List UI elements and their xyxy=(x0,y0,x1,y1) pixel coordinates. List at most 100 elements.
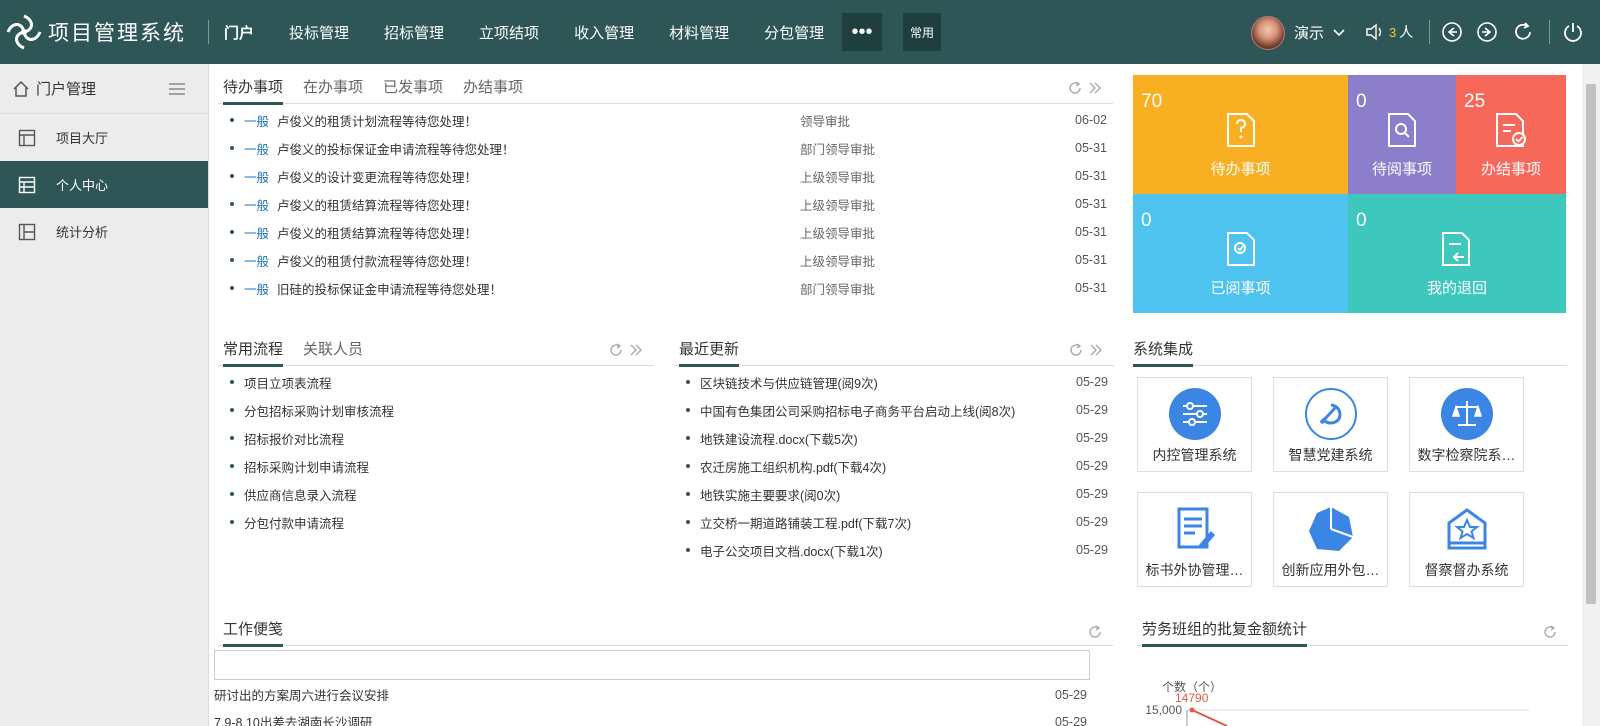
todo-title[interactable]: 卢俊义的投标保证金申请流程等待您处理！ xyxy=(277,139,515,158)
tab-recent-updates[interactable]: 最近更新 xyxy=(679,338,740,367)
system-card-party-building[interactable]: 智慧党建系统 xyxy=(1273,377,1388,472)
todo-row[interactable]: 一般 卢俊义的投标保证金申请流程等待您处理！ 部门领导审批 05-31 xyxy=(218,134,1113,162)
more-chevrons-icon[interactable] xyxy=(1088,342,1104,358)
refresh-icon[interactable] xyxy=(1512,21,1534,43)
nav-item-portal[interactable]: 门户 xyxy=(224,22,254,43)
todo-row[interactable]: 一般 旧硅的投标保证金申请流程等待您处理！ 部门领导审批 05-31 xyxy=(218,274,1113,302)
system-card-innovation-outsourcing[interactable]: 创新应用外包… xyxy=(1273,492,1388,587)
flow-title[interactable]: 招标采购计划申请流程 xyxy=(244,457,369,476)
scrollbar-thumb[interactable] xyxy=(1586,84,1596,604)
update-row[interactable]: 电子公交项目文档.docx(下载1次) 05-29 xyxy=(674,536,1114,564)
tab-done[interactable]: 办结事项 xyxy=(463,76,523,103)
todo-level: 一般 xyxy=(244,226,270,241)
note-row[interactable]: 7.9-8.10出差去湖南长沙调研 05-29 xyxy=(214,708,1113,726)
tile-label: 办结事项 xyxy=(1480,161,1541,178)
refresh-icon[interactable] xyxy=(1068,342,1084,358)
nav-common-button[interactable]: 常用 xyxy=(903,13,941,51)
tab-in-progress[interactable]: 在办事项 xyxy=(303,76,363,103)
update-title[interactable]: 电子公交项目文档.docx(下载1次) xyxy=(700,541,883,560)
tab-common-flows[interactable]: 常用流程 xyxy=(223,338,284,367)
nav-item-project-setup[interactable]: 立项结项 xyxy=(479,22,539,43)
tab-todo[interactable]: 待办事项 xyxy=(223,76,284,105)
tab-systems[interactable]: 系统集成 xyxy=(1133,338,1194,367)
system-card-supervision[interactable]: 督察督办系统 xyxy=(1409,492,1524,587)
refresh-icon[interactable] xyxy=(1067,80,1083,96)
update-title[interactable]: 地铁建设流程.docx(下载5次) xyxy=(700,429,858,448)
update-row[interactable]: 地铁建设流程.docx(下载5次) 05-29 xyxy=(674,424,1114,452)
todo-title[interactable]: 卢俊义的租赁计划流程等待您处理！ xyxy=(277,111,477,130)
avatar[interactable] xyxy=(1251,16,1285,50)
more-chevrons-icon[interactable] xyxy=(628,342,644,358)
update-row[interactable]: 农迁房施工组织机构.pdf(下载4次) 05-29 xyxy=(674,452,1114,480)
note-input[interactable] xyxy=(214,650,1090,680)
todo-row[interactable]: 一般 卢俊义的设计变更流程等待您处理！ 上级领导审批 05-31 xyxy=(218,162,1113,190)
nav-item-tendering[interactable]: 招标管理 xyxy=(384,22,444,43)
tab-labor-stats[interactable]: 劳务班组的批复金额统计 xyxy=(1142,618,1308,647)
power-icon[interactable] xyxy=(1562,21,1584,43)
sidebar-item-statistics[interactable]: 统计分析 xyxy=(0,208,208,255)
update-row[interactable]: 区块链技术与供应链管理(阅9次) 05-29 xyxy=(674,368,1114,396)
update-title[interactable]: 农迁房施工组织机构.pdf(下载4次) xyxy=(700,457,886,476)
todo-title[interactable]: 卢俊义的租赁结算流程等待您处理！ xyxy=(277,223,477,242)
flow-row[interactable]: 分包招标采购计划审核流程 xyxy=(218,396,654,424)
scrollbar[interactable] xyxy=(1582,64,1600,726)
update-title[interactable]: 中国有色集团公司采购招标电子商务平台启动上线(阅8次) xyxy=(700,401,1015,420)
more-chevrons-icon[interactable] xyxy=(1087,80,1103,96)
system-card-digital-procuratorate[interactable]: 数字检察院系… xyxy=(1409,377,1524,472)
update-title[interactable]: 立交桥一期道路铺装工程.pdf(下载7次) xyxy=(700,513,911,532)
back-icon[interactable] xyxy=(1441,21,1463,43)
todo-level: 一般 xyxy=(244,198,270,213)
refresh-icon[interactable] xyxy=(1087,624,1103,640)
nav-more-button[interactable]: ••• xyxy=(842,13,882,51)
flow-title[interactable]: 项目立项表流程 xyxy=(244,373,332,392)
tile-todo[interactable]: 70 待办事项 xyxy=(1133,75,1348,194)
flow-row[interactable]: 供应商信息录入流程 xyxy=(218,480,654,508)
refresh-icon[interactable] xyxy=(1542,624,1558,640)
flow-title[interactable]: 招标报价对比流程 xyxy=(244,429,344,448)
tile-to-read[interactable]: 0 待阅事项 xyxy=(1348,75,1456,194)
todo-title[interactable]: 卢俊义的租赁付款流程等待您处理！ xyxy=(277,251,477,270)
tile-read[interactable]: 0 已阅事项 xyxy=(1133,194,1348,313)
nav-item-materials[interactable]: 材料管理 xyxy=(669,22,729,43)
update-row[interactable]: 立交桥一期道路铺装工程.pdf(下载7次) 05-29 xyxy=(674,508,1114,536)
system-card-bid-outsourcing[interactable]: 标书外协管理… xyxy=(1137,492,1252,587)
flow-title[interactable]: 分包招标采购计划审核流程 xyxy=(244,401,394,420)
flow-row[interactable]: 招标采购计划申请流程 xyxy=(218,452,654,480)
todo-row[interactable]: 一般 卢俊义的租赁结算流程等待您处理！ 上级领导审批 05-31 xyxy=(218,190,1113,218)
update-row[interactable]: 中国有色集团公司采购招标电子商务平台启动上线(阅8次) 05-29 xyxy=(674,396,1114,424)
tab-sent[interactable]: 已发事项 xyxy=(383,76,443,103)
todo-row[interactable]: 一般 卢俊义的租赁付款流程等待您处理！ 上级领导审批 05-31 xyxy=(218,246,1113,274)
sidebar-item-personal-center[interactable]: 个人中心 xyxy=(0,161,208,208)
nav-item-subcontract[interactable]: 分包管理 xyxy=(764,22,824,43)
todo-row[interactable]: 一般 卢俊义的租赁结算流程等待您处理！ 上级领导审批 05-31 xyxy=(218,218,1113,246)
note-title[interactable]: 7.9-8.10出差去湖南长沙调研 xyxy=(214,712,372,726)
forward-icon[interactable] xyxy=(1476,21,1498,43)
flow-row[interactable]: 分包付款申请流程 xyxy=(218,508,654,536)
todo-level: 一般 xyxy=(244,114,270,129)
tile-returned[interactable]: 0 我的退回 xyxy=(1348,194,1566,313)
nav-item-income[interactable]: 收入管理 xyxy=(574,22,634,43)
note-row[interactable]: 研讨出的方案周六进行会议安排 05-29 xyxy=(214,681,1113,708)
flow-title[interactable]: 供应商信息录入流程 xyxy=(244,485,357,504)
online-users[interactable]: 3 人 xyxy=(1365,22,1413,42)
system-card-internal-control[interactable]: 内控管理系统 xyxy=(1137,377,1252,472)
update-row[interactable]: 地铁实施主要要求(阅0次) 05-29 xyxy=(674,480,1114,508)
tile-finished[interactable]: 25 办结事项 xyxy=(1456,75,1566,194)
update-title[interactable]: 地铁实施主要要求(阅0次) xyxy=(700,485,840,504)
nav-item-bidding[interactable]: 投标管理 xyxy=(289,22,349,43)
todo-title[interactable]: 卢俊义的租赁结算流程等待您处理！ xyxy=(277,195,477,214)
todo-row[interactable]: 一般 卢俊义的租赁计划流程等待您处理！ 领导审批 06-02 xyxy=(218,106,1113,134)
flow-row[interactable]: 招标报价对比流程 xyxy=(218,424,654,452)
refresh-icon[interactable] xyxy=(608,342,624,358)
flow-row[interactable]: 项目立项表流程 xyxy=(218,368,654,396)
user-menu[interactable]: 演示 xyxy=(1294,22,1346,43)
tab-related-people[interactable]: 关联人员 xyxy=(303,338,363,365)
menu-toggle-icon[interactable] xyxy=(168,81,186,97)
update-title[interactable]: 区块链技术与供应链管理(阅9次) xyxy=(700,373,878,392)
note-title[interactable]: 研讨出的方案周六进行会议安排 xyxy=(214,685,389,704)
todo-title[interactable]: 旧硅的投标保证金申请流程等待您处理！ xyxy=(277,279,502,298)
tab-work-notes[interactable]: 工作便笺 xyxy=(223,618,284,647)
sidebar-item-project-hall[interactable]: 项目大厅 xyxy=(0,114,208,161)
todo-title[interactable]: 卢俊义的设计变更流程等待您处理！ xyxy=(277,167,477,186)
flow-title[interactable]: 分包付款申请流程 xyxy=(244,513,344,532)
